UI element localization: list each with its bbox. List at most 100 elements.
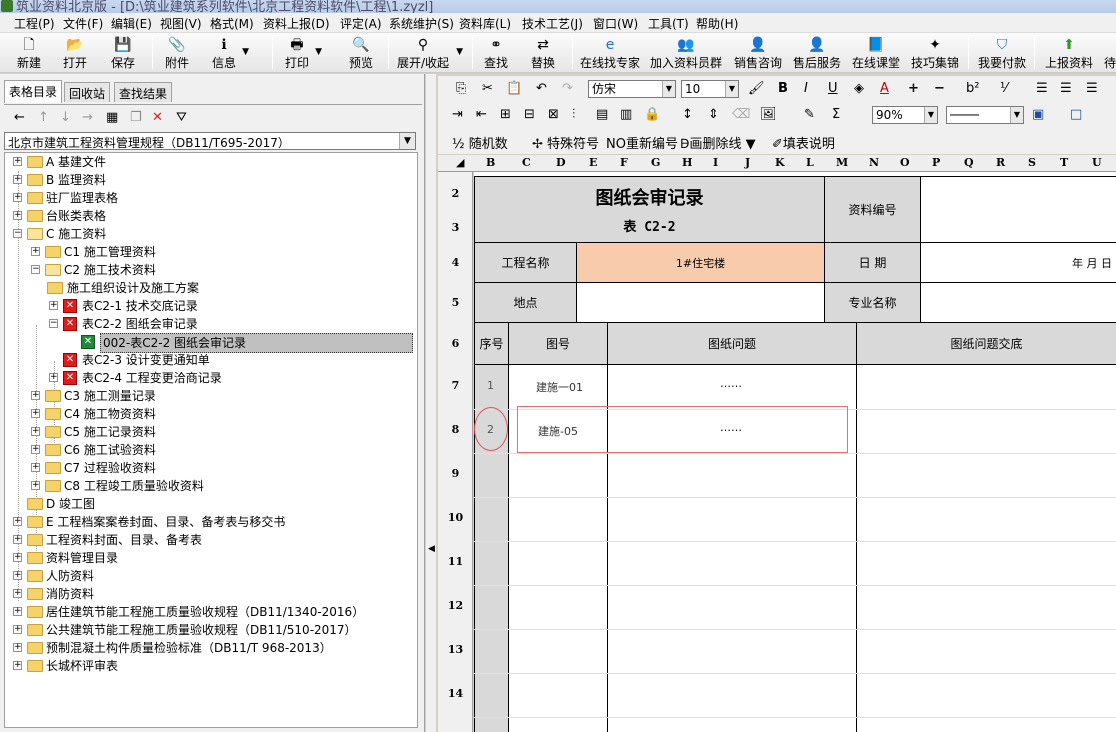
col-o[interactable]: O (900, 156, 910, 169)
menu-view[interactable]: 视图(V) (160, 15, 202, 32)
menu-help[interactable]: 帮助(H) (696, 15, 738, 32)
chevron-down-icon[interactable]: ▼ (924, 107, 937, 123)
col-q[interactable]: Q (964, 156, 974, 169)
location-field[interactable] (577, 283, 825, 323)
bold-button[interactable]: B (778, 81, 788, 96)
menu-tools[interactable]: 工具(T) (648, 15, 689, 32)
save-button[interactable]: 💾 保存 (110, 35, 136, 71)
expand-collapse-button[interactable]: ⚲ 展开/收起 ▼ (395, 35, 463, 71)
row-12[interactable]: 12 (438, 599, 473, 612)
add-table-icon[interactable]: ▦ (106, 110, 118, 125)
line-spacing-icon[interactable]: ↕ (682, 107, 693, 122)
doc-no-field[interactable] (921, 177, 1116, 243)
menu-tech[interactable]: 技术工艺(J) (522, 15, 583, 32)
project-field[interactable]: 1#住宅楼 (577, 243, 825, 283)
fraction-icon[interactable]: ⅟ (1000, 81, 1007, 96)
tab-catalog[interactable]: 表格目录 (4, 80, 63, 103)
upload-button[interactable]: ⬆ 上报资料 (1044, 35, 1094, 71)
row-10[interactable]: 10 (438, 511, 473, 524)
delete-icon[interactable]: ✕ (152, 110, 163, 125)
collapse-arrow-icon[interactable]: ◀ (428, 544, 435, 554)
image-icon[interactable]: 🖼 (760, 107, 777, 122)
lock-icon[interactable]: 🔒 (644, 107, 660, 122)
chevron-down-icon[interactable]: ▼ (399, 133, 415, 149)
filter-icon[interactable]: ⛛ (176, 110, 187, 125)
chevron-down-icon[interactable]: ▼ (662, 81, 675, 97)
italic-button[interactable]: I (804, 81, 808, 96)
border-icon[interactable]: ▣ (1032, 107, 1044, 122)
col-r[interactable]: R (996, 156, 1005, 169)
menu-report[interactable]: 资料上报(D) (263, 15, 330, 32)
align-right-icon[interactable]: ☰ (1086, 81, 1098, 96)
new-button[interactable]: 🗋 新建 (16, 35, 42, 71)
minus-icon[interactable]: − (934, 81, 945, 96)
chart-icon[interactable]: ▥ (620, 107, 632, 122)
date-field[interactable]: 年 月 日 (921, 243, 1116, 283)
undo-icon[interactable]: ↶ (536, 81, 547, 96)
row-13[interactable]: 13 (438, 643, 473, 656)
sum-icon[interactable]: Σ (832, 107, 840, 122)
redo-icon[interactable]: ↷ (562, 81, 573, 96)
col-k[interactable]: K (775, 156, 785, 169)
fill-help-button[interactable]: ✐填表说明 (772, 133, 835, 152)
arrow-up-icon[interactable]: ↑ (38, 110, 49, 125)
attach-button[interactable]: 📎 附件 (164, 35, 190, 71)
row-7[interactable]: 7 (438, 379, 473, 392)
indent-icon[interactable]: ⇥ (452, 107, 463, 122)
col-f[interactable]: F (620, 156, 628, 169)
menu-format[interactable]: 格式(M) (210, 15, 254, 32)
online-expert-button[interactable]: e 在线找专家 (580, 35, 640, 71)
print-button[interactable]: 🖶 打印 ▼ (284, 35, 322, 71)
row-4[interactable]: 4 (438, 256, 473, 269)
standard-select[interactable]: 北京市建筑工程资料管理规程（DB11/T695-2017） ▼ (4, 132, 416, 150)
row-8[interactable]: 8 (438, 423, 473, 436)
merge-icon[interactable]: ⊟ (524, 107, 535, 122)
special-symbol-button[interactable]: ✢ 特殊符号 (532, 133, 599, 152)
outdent-icon[interactable]: ⇤ (476, 107, 487, 122)
tab-recycle[interactable]: 回收站 (64, 82, 111, 102)
menu-library[interactable]: 资料库(L) (459, 15, 511, 32)
menu-evaluate[interactable]: 评定(A) (340, 15, 382, 32)
panel-splitter[interactable]: ◀ (426, 74, 436, 732)
col-j[interactable]: J (745, 156, 750, 169)
row-2[interactable]: 2 (438, 187, 473, 200)
find-button[interactable]: ⚭ 查找 (483, 35, 509, 71)
random-button[interactable]: ½ 随机数 (452, 133, 508, 152)
chevron-down-icon[interactable]: ▼ (725, 81, 738, 97)
form-title-cell[interactable]: 图纸会审记录 表 C2-2 (475, 177, 825, 243)
paint-icon[interactable]: 🖌 (748, 81, 765, 96)
more-button[interactable]: 待 (1103, 35, 1116, 71)
arrow-left-icon[interactable]: ← (14, 110, 25, 125)
align-icon[interactable]: ⫶ (572, 107, 575, 122)
superscript-button[interactable]: b² (966, 81, 979, 96)
online-class-button[interactable]: 📘 在线课堂 (851, 35, 901, 71)
tips-button[interactable]: ✦ 技巧集锦 (910, 35, 960, 71)
insert-col-icon[interactable]: ⊞ (500, 107, 511, 122)
col-b[interactable]: B (486, 156, 495, 169)
eraser-icon[interactable]: ⌫ (732, 107, 750, 122)
row1-issue[interactable]: …… (720, 377, 742, 390)
col-s[interactable]: S (1028, 156, 1036, 169)
zoom-select[interactable]: 90% ▼ (872, 106, 938, 124)
sales-button[interactable]: 👤 销售咨询 (733, 35, 783, 71)
col-h[interactable]: H (682, 156, 692, 169)
cut-icon[interactable]: ✂ (482, 81, 493, 96)
pay-button[interactable]: ⛉ 我要付款 (977, 35, 1027, 71)
underline-button[interactable]: U (828, 81, 838, 96)
after-sales-button[interactable]: 👤 售后服务 (792, 35, 842, 71)
row1-no[interactable]: 1 (487, 379, 494, 392)
row-9[interactable]: 9 (438, 467, 473, 480)
line-style-select[interactable]: ──── ▼ (946, 106, 1024, 124)
menu-edit[interactable]: 编辑(E) (111, 15, 152, 32)
preview-button[interactable]: 🔍 预览 (348, 35, 374, 71)
col-p[interactable]: P (932, 156, 940, 169)
align-left-icon[interactable]: ☰ (1036, 81, 1048, 96)
plus-icon[interactable]: + (908, 81, 919, 96)
col-l[interactable]: L (806, 156, 814, 169)
box-icon[interactable]: □ (1070, 107, 1082, 122)
expand-dropdown-icon[interactable]: ▼ (456, 47, 463, 57)
font-select[interactable]: 仿宋 ▼ (588, 80, 676, 98)
menu-project[interactable]: 工程(P) (14, 15, 55, 32)
row1-drawing[interactable]: 建施一01 (536, 379, 583, 395)
replace-button[interactable]: ⇄ 替换 (530, 35, 556, 71)
